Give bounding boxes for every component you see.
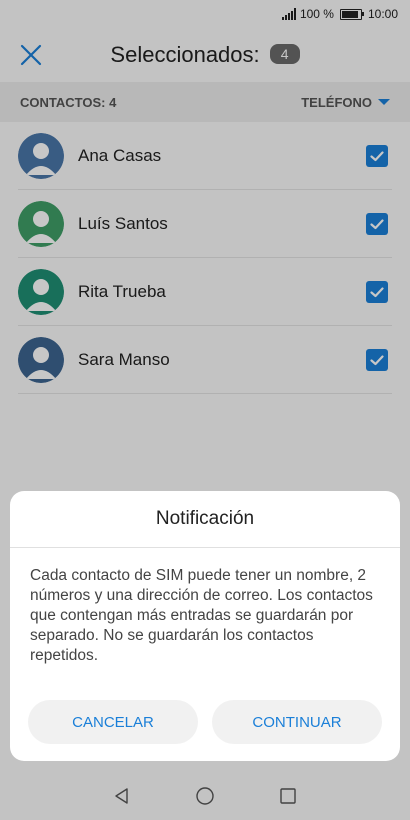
continue-button[interactable]: CONTINUAR	[212, 700, 382, 744]
dialog-actions: CANCELAR CONTINUAR	[10, 700, 400, 744]
dialog-title: Notificación	[10, 491, 400, 548]
cancel-button[interactable]: CANCELAR	[28, 700, 198, 744]
notification-dialog: Notificación Cada contacto de SIM puede …	[10, 491, 400, 761]
dialog-message: Cada contacto de SIM puede tener un nomb…	[30, 567, 373, 664]
